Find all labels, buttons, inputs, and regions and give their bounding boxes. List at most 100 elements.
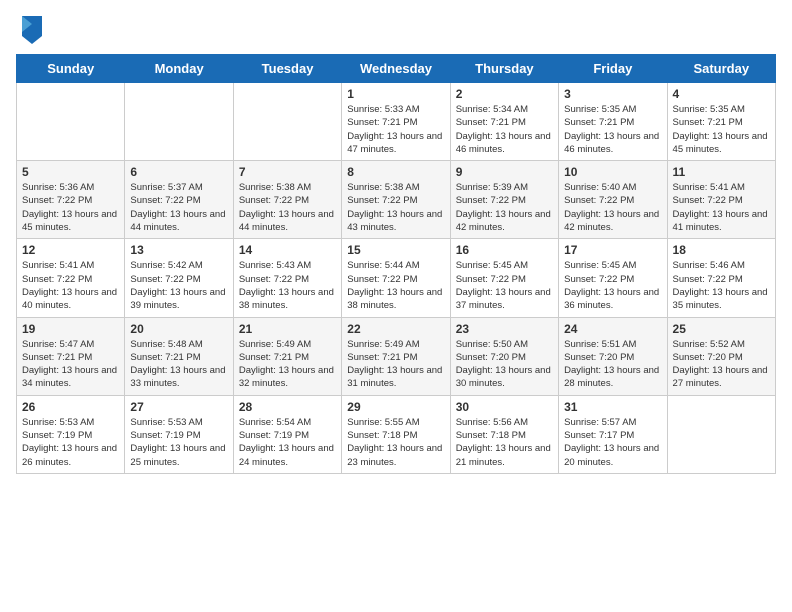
calendar-cell: 25 Sunrise: 5:52 AM Sunset: 7:20 PM Dayli…	[667, 317, 775, 395]
logo	[16, 16, 42, 44]
day-number: 17	[564, 243, 661, 257]
calendar-cell: 30 Sunrise: 5:56 AM Sunset: 7:18 PM Dayli…	[450, 395, 558, 473]
day-number: 25	[673, 322, 770, 336]
calendar-week-row: 5 Sunrise: 5:36 AM Sunset: 7:22 PM Daylig…	[17, 161, 776, 239]
day-number: 29	[347, 400, 444, 414]
day-number: 6	[130, 165, 227, 179]
calendar-cell: 2 Sunrise: 5:34 AM Sunset: 7:21 PM Daylig…	[450, 83, 558, 161]
cell-content: Sunrise: 5:53 AM Sunset: 7:19 PM Dayligh…	[130, 416, 227, 469]
day-number: 2	[456, 87, 553, 101]
cell-content: Sunrise: 5:34 AM Sunset: 7:21 PM Dayligh…	[456, 103, 553, 156]
day-of-week-header: Friday	[559, 55, 667, 83]
calendar-cell: 29 Sunrise: 5:55 AM Sunset: 7:18 PM Dayli…	[342, 395, 450, 473]
cell-content: Sunrise: 5:40 AM Sunset: 7:22 PM Dayligh…	[564, 181, 661, 234]
cell-content: Sunrise: 5:42 AM Sunset: 7:22 PM Dayligh…	[130, 259, 227, 312]
calendar-cell: 4 Sunrise: 5:35 AM Sunset: 7:21 PM Daylig…	[667, 83, 775, 161]
calendar-week-row: 26 Sunrise: 5:53 AM Sunset: 7:19 PM Dayli…	[17, 395, 776, 473]
calendar-header-row: SundayMondayTuesdayWednesdayThursdayFrid…	[17, 55, 776, 83]
calendar-cell: 1 Sunrise: 5:33 AM Sunset: 7:21 PM Daylig…	[342, 83, 450, 161]
cell-content: Sunrise: 5:41 AM Sunset: 7:22 PM Dayligh…	[22, 259, 119, 312]
calendar-cell: 7 Sunrise: 5:38 AM Sunset: 7:22 PM Daylig…	[233, 161, 341, 239]
day-number: 4	[673, 87, 770, 101]
day-number: 18	[673, 243, 770, 257]
cell-content: Sunrise: 5:38 AM Sunset: 7:22 PM Dayligh…	[239, 181, 336, 234]
cell-content: Sunrise: 5:50 AM Sunset: 7:20 PM Dayligh…	[456, 338, 553, 391]
day-number: 30	[456, 400, 553, 414]
calendar-cell: 18 Sunrise: 5:46 AM Sunset: 7:22 PM Dayli…	[667, 239, 775, 317]
calendar-cell: 16 Sunrise: 5:45 AM Sunset: 7:22 PM Dayli…	[450, 239, 558, 317]
calendar-week-row: 12 Sunrise: 5:41 AM Sunset: 7:22 PM Dayli…	[17, 239, 776, 317]
day-number: 12	[22, 243, 119, 257]
calendar-cell: 3 Sunrise: 5:35 AM Sunset: 7:21 PM Daylig…	[559, 83, 667, 161]
day-number: 27	[130, 400, 227, 414]
cell-content: Sunrise: 5:39 AM Sunset: 7:22 PM Dayligh…	[456, 181, 553, 234]
day-number: 26	[22, 400, 119, 414]
cell-content: Sunrise: 5:41 AM Sunset: 7:22 PM Dayligh…	[673, 181, 770, 234]
calendar-cell: 9 Sunrise: 5:39 AM Sunset: 7:22 PM Daylig…	[450, 161, 558, 239]
day-number: 9	[456, 165, 553, 179]
page-header	[16, 16, 776, 44]
calendar-cell: 13Sunrise: 5:42 AM Sunset: 7:22 PM Dayli…	[125, 239, 233, 317]
calendar-cell	[125, 83, 233, 161]
cell-content: Sunrise: 5:35 AM Sunset: 7:21 PM Dayligh…	[564, 103, 661, 156]
day-of-week-header: Sunday	[17, 55, 125, 83]
calendar-cell: 24Sunrise: 5:51 AM Sunset: 7:20 PM Dayli…	[559, 317, 667, 395]
calendar-cell: 20Sunrise: 5:48 AM Sunset: 7:21 PM Dayli…	[125, 317, 233, 395]
cell-content: Sunrise: 5:57 AM Sunset: 7:17 PM Dayligh…	[564, 416, 661, 469]
calendar-cell: 23 Sunrise: 5:50 AM Sunset: 7:20 PM Dayli…	[450, 317, 558, 395]
cell-content: Sunrise: 5:35 AM Sunset: 7:21 PM Dayligh…	[673, 103, 770, 156]
day-number: 3	[564, 87, 661, 101]
calendar-cell	[667, 395, 775, 473]
day-number: 7	[239, 165, 336, 179]
calendar-cell: 14 Sunrise: 5:43 AM Sunset: 7:22 PM Dayli…	[233, 239, 341, 317]
calendar-cell: 19 Sunrise: 5:47 AM Sunset: 7:21 PM Dayli…	[17, 317, 125, 395]
day-of-week-header: Tuesday	[233, 55, 341, 83]
calendar-cell: 28 Sunrise: 5:54 AM Sunset: 7:19 PM Dayli…	[233, 395, 341, 473]
day-number: 23	[456, 322, 553, 336]
day-number: 28	[239, 400, 336, 414]
cell-content: Sunrise: 5:53 AM Sunset: 7:19 PM Dayligh…	[22, 416, 119, 469]
day-number: 31	[564, 400, 661, 414]
day-number: 22	[347, 322, 444, 336]
day-of-week-header: Wednesday	[342, 55, 450, 83]
cell-content: Sunrise: 5:49 AM Sunset: 7:21 PM Dayligh…	[239, 338, 336, 391]
calendar-cell: 26 Sunrise: 5:53 AM Sunset: 7:19 PM Dayli…	[17, 395, 125, 473]
calendar-week-row: 19 Sunrise: 5:47 AM Sunset: 7:21 PM Dayli…	[17, 317, 776, 395]
day-number: 21	[239, 322, 336, 336]
cell-content: Sunrise: 5:33 AM Sunset: 7:21 PM Dayligh…	[347, 103, 444, 156]
cell-content: Sunrise: 5:38 AM Sunset: 7:22 PM Dayligh…	[347, 181, 444, 234]
calendar-cell: 8Sunrise: 5:38 AM Sunset: 7:22 PM Daylig…	[342, 161, 450, 239]
day-number: 1	[347, 87, 444, 101]
cell-content: Sunrise: 5:56 AM Sunset: 7:18 PM Dayligh…	[456, 416, 553, 469]
calendar-cell: 11 Sunrise: 5:41 AM Sunset: 7:22 PM Dayli…	[667, 161, 775, 239]
cell-content: Sunrise: 5:55 AM Sunset: 7:18 PM Dayligh…	[347, 416, 444, 469]
calendar-cell: 21 Sunrise: 5:49 AM Sunset: 7:21 PM Dayli…	[233, 317, 341, 395]
cell-content: Sunrise: 5:46 AM Sunset: 7:22 PM Dayligh…	[673, 259, 770, 312]
calendar-cell: 22Sunrise: 5:49 AM Sunset: 7:21 PM Dayli…	[342, 317, 450, 395]
cell-content: Sunrise: 5:43 AM Sunset: 7:22 PM Dayligh…	[239, 259, 336, 312]
cell-content: Sunrise: 5:44 AM Sunset: 7:22 PM Dayligh…	[347, 259, 444, 312]
calendar-cell: 31 Sunrise: 5:57 AM Sunset: 7:17 PM Dayli…	[559, 395, 667, 473]
cell-content: Sunrise: 5:47 AM Sunset: 7:21 PM Dayligh…	[22, 338, 119, 391]
day-number: 16	[456, 243, 553, 257]
calendar-cell: 15Sunrise: 5:44 AM Sunset: 7:22 PM Dayli…	[342, 239, 450, 317]
cell-content: Sunrise: 5:48 AM Sunset: 7:21 PM Dayligh…	[130, 338, 227, 391]
calendar-table: SundayMondayTuesdayWednesdayThursdayFrid…	[16, 54, 776, 474]
cell-content: Sunrise: 5:36 AM Sunset: 7:22 PM Dayligh…	[22, 181, 119, 234]
calendar-cell: 10 Sunrise: 5:40 AM Sunset: 7:22 PM Dayli…	[559, 161, 667, 239]
day-of-week-header: Thursday	[450, 55, 558, 83]
cell-content: Sunrise: 5:37 AM Sunset: 7:22 PM Dayligh…	[130, 181, 227, 234]
cell-content: Sunrise: 5:52 AM Sunset: 7:20 PM Dayligh…	[673, 338, 770, 391]
day-number: 14	[239, 243, 336, 257]
day-of-week-header: Monday	[125, 55, 233, 83]
day-number: 5	[22, 165, 119, 179]
calendar-cell: 5 Sunrise: 5:36 AM Sunset: 7:22 PM Daylig…	[17, 161, 125, 239]
cell-content: Sunrise: 5:54 AM Sunset: 7:19 PM Dayligh…	[239, 416, 336, 469]
cell-content: Sunrise: 5:45 AM Sunset: 7:22 PM Dayligh…	[564, 259, 661, 312]
day-number: 11	[673, 165, 770, 179]
cell-content: Sunrise: 5:45 AM Sunset: 7:22 PM Dayligh…	[456, 259, 553, 312]
day-number: 19	[22, 322, 119, 336]
day-number: 24	[564, 322, 661, 336]
calendar-cell	[233, 83, 341, 161]
day-number: 10	[564, 165, 661, 179]
